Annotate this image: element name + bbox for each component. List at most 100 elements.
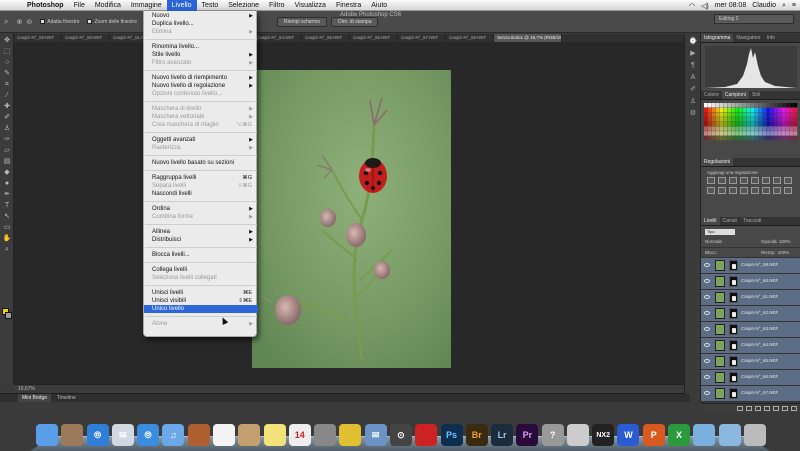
properties-panel-icon[interactable]: ⚙ [688, 109, 698, 118]
color-swatch[interactable] [758, 131, 763, 136]
color-swatch[interactable] [739, 107, 743, 113]
color-swatch[interactable] [770, 103, 774, 108]
color-swatch[interactable] [711, 117, 716, 122]
color-swatch[interactable] [770, 117, 774, 122]
menu-item[interactable]: Duplica livello... [144, 20, 258, 28]
tab-campioni[interactable]: Campioni [721, 91, 749, 99]
quick-select-tool-icon[interactable]: ✎ [2, 69, 12, 78]
hand-tool-icon[interactable]: ✋ [2, 234, 12, 243]
menu-filtro[interactable]: Filtro [264, 0, 290, 11]
color-swatch[interactable] [785, 121, 790, 127]
resize-windows-checkbox[interactable]: Adatta finestre [40, 19, 79, 25]
hue-icon[interactable] [762, 177, 770, 184]
color-swatch[interactable] [743, 117, 747, 122]
color-swatch[interactable] [766, 103, 770, 108]
exposure-icon[interactable] [740, 177, 748, 184]
color-swatch[interactable] [723, 135, 728, 141]
color-swatch[interactable] [735, 112, 739, 117]
crop-tool-icon[interactable]: ⌗ [2, 80, 12, 89]
color-swatch[interactable] [758, 121, 763, 127]
color-swatch[interactable] [707, 117, 712, 122]
menu-visualizza[interactable]: Visualizza [290, 0, 331, 11]
color-swatch[interactable] [782, 107, 786, 113]
color-swatch[interactable] [785, 117, 790, 122]
group-icon[interactable] [773, 405, 779, 411]
layer-row[interactable]: Caspri-N°_67.NEF [701, 386, 800, 402]
color-swatch[interactable] [746, 121, 751, 127]
color-swatch[interactable] [774, 121, 778, 127]
color-swatch[interactable] [746, 103, 751, 108]
lasso-tool-icon[interactable]: ○ [2, 58, 12, 67]
color-swatch[interactable] [754, 103, 759, 108]
color-swatch[interactable] [758, 117, 763, 122]
layer-mask-thumbnail[interactable] [729, 276, 738, 287]
character-panel-icon[interactable]: A [688, 73, 698, 82]
color-swatch[interactable] [731, 117, 735, 122]
color-swatch[interactable] [719, 121, 724, 127]
color-swatch[interactable] [793, 121, 798, 127]
color-swatch[interactable] [719, 107, 724, 113]
layer-mask-thumbnail[interactable] [729, 372, 738, 383]
color-swatch[interactable] [774, 126, 778, 131]
color-swatch[interactable] [719, 112, 724, 117]
preview-icon[interactable] [566, 424, 589, 446]
menu-finestra[interactable]: Finestra [331, 0, 366, 11]
color-swatch[interactable] [762, 112, 767, 117]
history-brush-tool-icon[interactable]: ✑ [2, 135, 12, 144]
link-icon[interactable] [737, 405, 743, 411]
color-swatch[interactable] [766, 121, 770, 127]
color-swatch[interactable] [715, 117, 720, 122]
layer-mask-thumbnail[interactable] [729, 388, 738, 399]
color-swatch[interactable] [778, 107, 782, 113]
color-swatch[interactable] [739, 131, 743, 136]
pen-tool-icon[interactable]: ✒ [2, 190, 12, 199]
print-size-button[interactable]: Dim. di stampa [331, 16, 379, 27]
documents-icon[interactable] [718, 424, 741, 446]
color-swatch[interactable] [743, 131, 747, 136]
color-swatch[interactable] [715, 131, 720, 136]
excel-icon[interactable]: X [668, 424, 691, 446]
blend-mode[interactable]: Normale [705, 239, 722, 244]
color-swatch[interactable] [727, 112, 731, 117]
color-swatch[interactable] [746, 126, 751, 131]
color-swatch[interactable] [704, 117, 708, 122]
calendar-icon[interactable] [212, 424, 235, 446]
paragraph-panel-icon[interactable]: ¶ [688, 61, 698, 70]
color-swatch[interactable] [727, 103, 731, 108]
color-swatch[interactable] [762, 131, 767, 136]
healing-tool-icon[interactable]: ✚ [2, 102, 12, 111]
layer-mask-thumbnail[interactable] [729, 292, 738, 303]
calendar-14-icon[interactable]: 14 [288, 424, 311, 446]
doc-tab-active[interactable]: Senza titolo1 @ 16,7% (RGB/16) * [494, 34, 562, 42]
layer-mask-thumbnail[interactable] [729, 340, 738, 351]
color-swatch[interactable] [793, 107, 798, 113]
br-icon[interactable]: Br [465, 424, 488, 446]
notes-icon[interactable] [263, 424, 286, 446]
tab-tracciati[interactable]: Tracciati [740, 217, 765, 225]
color-swatch[interactable] [754, 117, 759, 122]
layer-row[interactable]: Caspri-N°_66.NEF [701, 370, 800, 386]
color-swatch[interactable] [715, 135, 720, 141]
color-swatch[interactable] [707, 107, 712, 113]
menu-item[interactable]: Unico livello [144, 305, 258, 313]
clock[interactable]: mer 08:08 [715, 2, 747, 9]
menu-item[interactable]: Rinomina livello... [144, 43, 258, 51]
color-swatch[interactable] [778, 135, 782, 141]
eye-icon[interactable] [704, 295, 710, 299]
color-swatch[interactable] [727, 131, 731, 136]
color-swatch[interactable] [715, 126, 720, 131]
color-swatch[interactable] [774, 131, 778, 136]
ps-icon[interactable]: Ps [440, 424, 463, 446]
color-swatch[interactable] [778, 121, 782, 127]
color-swatch[interactable] [754, 126, 759, 131]
eye-icon[interactable] [704, 391, 710, 395]
color-swatch[interactable] [707, 126, 712, 131]
swatches-grid[interactable] [704, 103, 798, 141]
contacts-icon[interactable] [238, 424, 261, 446]
levels-icon[interactable] [718, 177, 726, 184]
color-swatch[interactable] [789, 126, 794, 131]
color-swatch[interactable] [719, 126, 724, 131]
safari-icon[interactable]: ⦾ [86, 424, 109, 446]
color-swatch[interactable] [789, 112, 794, 117]
curves-icon[interactable] [729, 177, 737, 184]
